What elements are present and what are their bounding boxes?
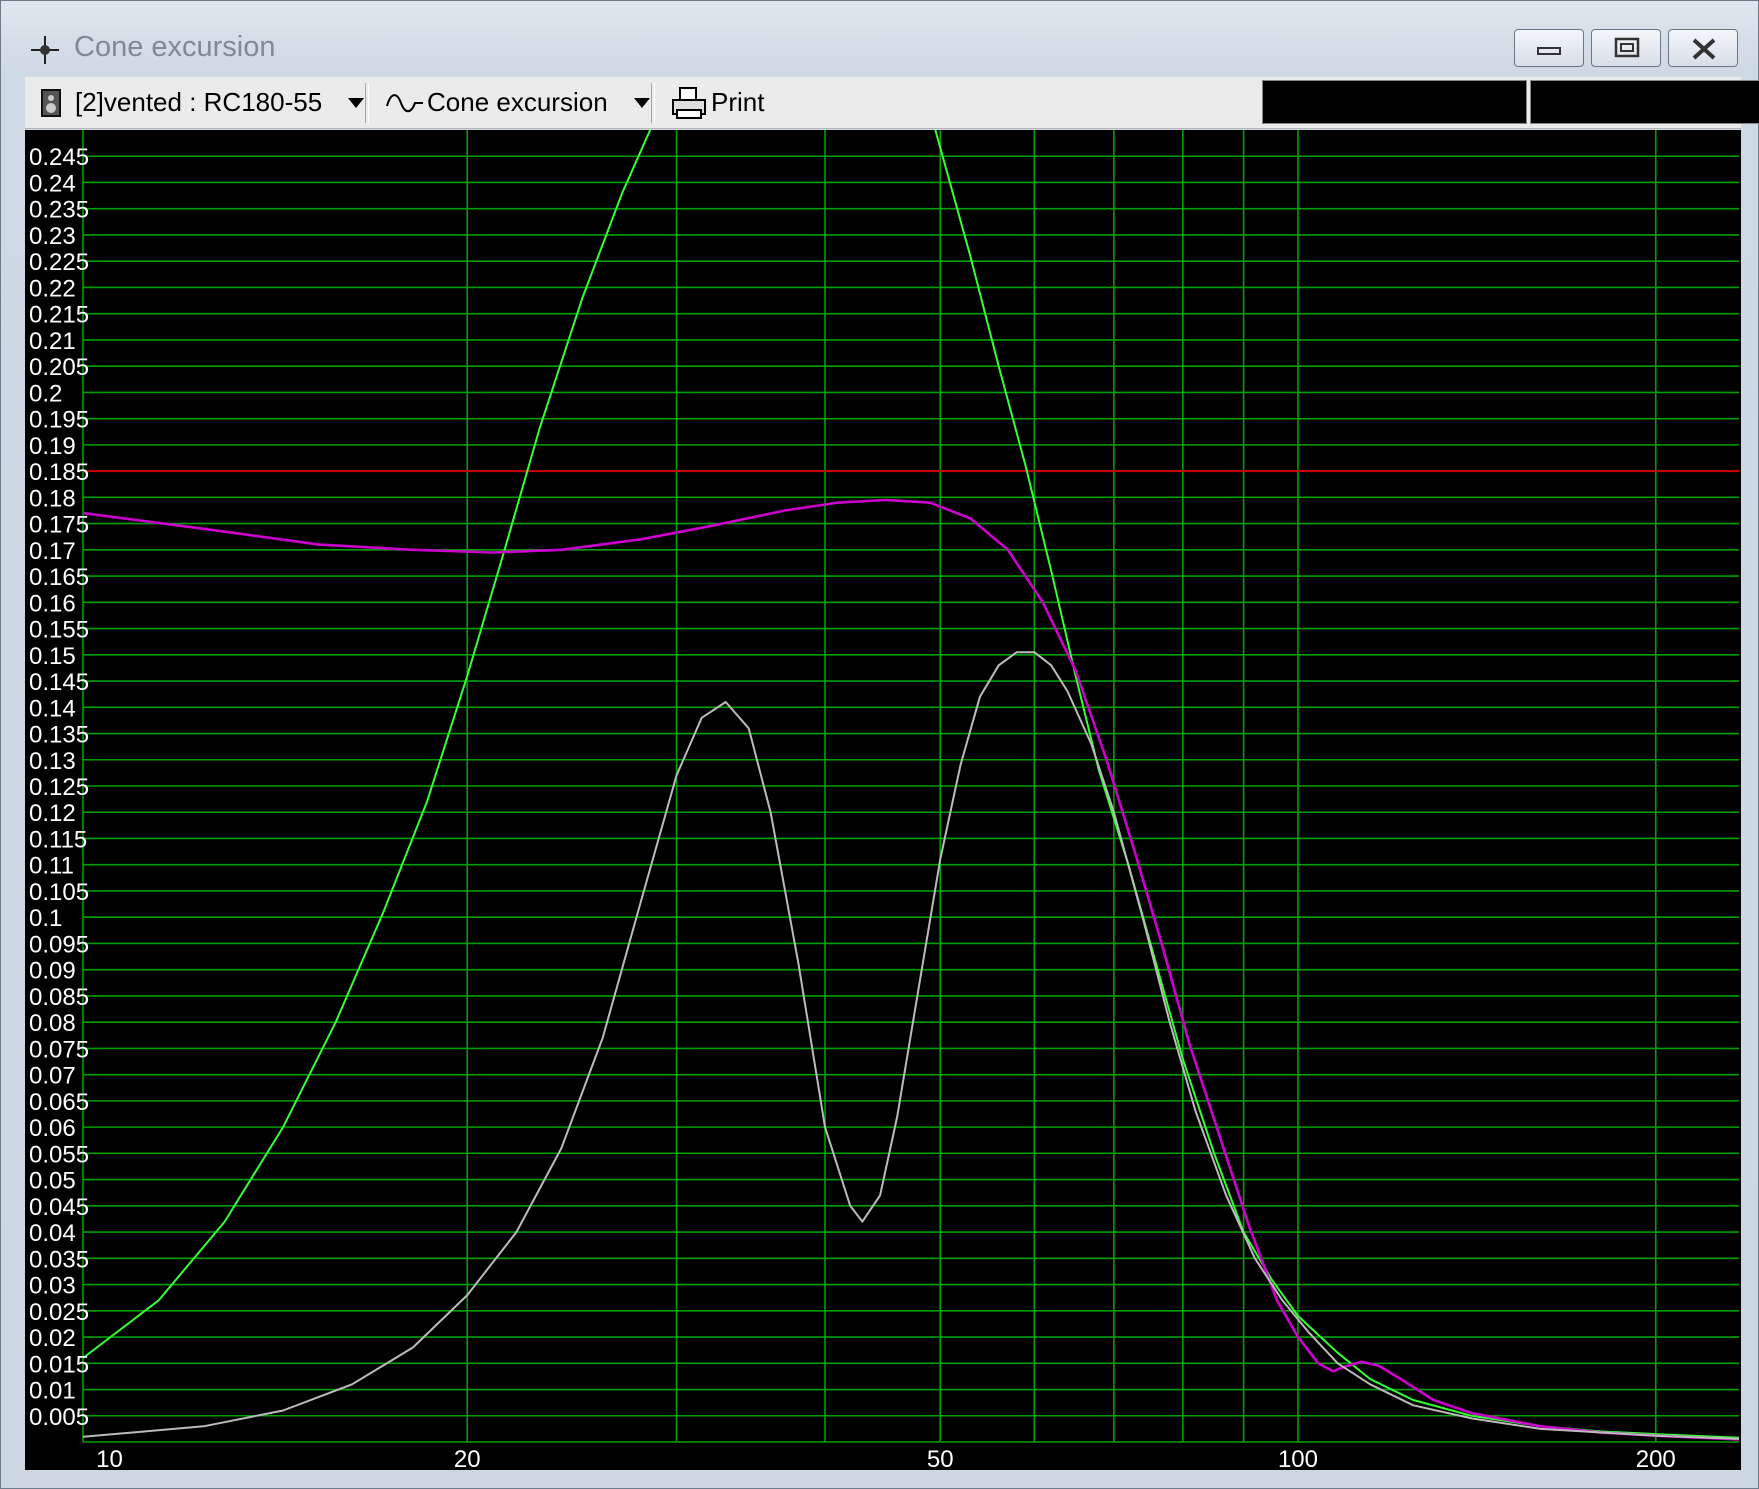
y-tick-label: 0.09 (29, 958, 76, 985)
chevron-down-icon (348, 97, 365, 108)
title-bar[interactable]: Cone excursion (1, 1, 1758, 81)
y-tick-label: 0.005 (29, 1404, 89, 1431)
x-tick-label: 10 (96, 1446, 123, 1470)
y-tick-label: 0.185 (29, 459, 89, 486)
crosshair-icon (29, 34, 61, 66)
graph-type-dropdown[interactable]: Cone excursion (385, 77, 650, 128)
y-tick-label: 0.165 (29, 564, 89, 591)
printer-icon (671, 86, 707, 120)
y-tick-label: 0.115 (29, 826, 87, 853)
x-tick-label: 200 (1636, 1446, 1676, 1470)
waveform-icon (385, 90, 425, 116)
y-tick-label: 0.065 (29, 1089, 89, 1116)
x-tick-label: 20 (454, 1446, 481, 1470)
print-label: Print (711, 87, 765, 117)
y-tick-label: 0.045 (29, 1194, 89, 1221)
y-tick-label: 0.035 (29, 1246, 89, 1273)
toolbar-separator (365, 83, 369, 123)
y-tick-label: 0.13 (29, 748, 76, 775)
y-tick-label: 0.06 (29, 1115, 76, 1142)
cone-excursion-chart[interactable]: 0.005 0.01 0.015 0.02 0.025 0.03 0.035 0.04 0.04… (25, 130, 1741, 1470)
y-tick-label: 0.19 (29, 433, 76, 460)
x-tick-label: 50 (927, 1446, 954, 1470)
y-tick-label: 0.24 (29, 170, 76, 197)
app-window: Cone excursion [2]vented : RC180-55 Cone… (0, 0, 1759, 1489)
close-button[interactable] (1668, 29, 1738, 67)
y-tick-label: 0.245 (29, 144, 89, 171)
speaker-label: [2]vented : RC180-55 (75, 87, 323, 117)
speaker-icon (41, 88, 61, 117)
y-tick-label: 0.205 (29, 354, 89, 381)
y-tick-label: 0.03 (29, 1273, 76, 1300)
y-tick-label: 0.23 (29, 223, 76, 250)
y-tick-label: 0.025 (29, 1299, 89, 1326)
print-button[interactable]: Print (671, 77, 764, 128)
series-line (82, 130, 1740, 1439)
toolbar: [2]vented : RC180-55 Cone excursion Prin… (25, 77, 1759, 129)
y-tick-label: 0.145 (29, 669, 89, 696)
y-tick-label: 0.11 (29, 853, 74, 880)
chart-canvas[interactable]: 0.0050.010.0150.020.0250.030.0350.040.04… (25, 130, 1741, 1470)
window-title: Cone excursion (74, 31, 276, 63)
y-tick-label: 0.105 (29, 879, 89, 906)
y-tick-label: 0.04 (29, 1220, 76, 1247)
y-tick-label: 0.195 (29, 407, 89, 434)
cursor-readout-frequency (1262, 80, 1527, 124)
y-tick-label: 0.08 (29, 1010, 76, 1037)
y-tick-label: 0.07 (29, 1063, 76, 1090)
y-tick-label: 0.075 (29, 1036, 89, 1063)
y-tick-label: 0.18 (29, 485, 76, 512)
y-tick-label: 0.2 (29, 380, 62, 407)
y-tick-label: 0.055 (29, 1141, 89, 1168)
cursor-readout-value (1530, 80, 1759, 124)
graph-type-label: Cone excursion (427, 87, 608, 117)
y-tick-label: 0.01 (29, 1378, 76, 1405)
y-tick-label: 0.05 (29, 1168, 76, 1195)
y-tick-label: 0.22 (29, 275, 76, 302)
series-line (82, 651, 1740, 1440)
y-tick-label: 0.12 (29, 800, 76, 827)
y-tick-label: 0.215 (29, 302, 89, 329)
y-tick-label: 0.225 (29, 249, 89, 276)
chevron-down-icon (633, 97, 650, 108)
y-tick-label: 0.1 (29, 905, 62, 932)
y-tick-label: 0.21 (29, 328, 76, 355)
y-tick-label: 0.175 (29, 512, 89, 539)
y-tick-label: 0.085 (29, 984, 89, 1011)
y-tick-label: 0.15 (29, 643, 76, 670)
y-tick-label: 0.17 (29, 538, 76, 565)
toolbar-separator (651, 83, 655, 123)
y-tick-label: 0.155 (29, 617, 89, 644)
y-tick-label: 0.16 (29, 590, 76, 617)
y-tick-label: 0.02 (29, 1325, 76, 1352)
speaker-dropdown[interactable]: [2]vented : RC180-55 (41, 77, 365, 128)
y-tick-label: 0.135 (29, 722, 89, 749)
y-tick-label: 0.14 (29, 695, 76, 722)
y-tick-label: 0.015 (29, 1351, 89, 1378)
y-tick-label: 0.095 (29, 931, 89, 958)
restore-button[interactable] (1591, 29, 1661, 67)
y-tick-label: 0.125 (29, 774, 89, 801)
x-tick-label: 100 (1278, 1446, 1318, 1470)
y-tick-label: 0.235 (29, 197, 89, 224)
minimize-button[interactable] (1514, 29, 1584, 67)
